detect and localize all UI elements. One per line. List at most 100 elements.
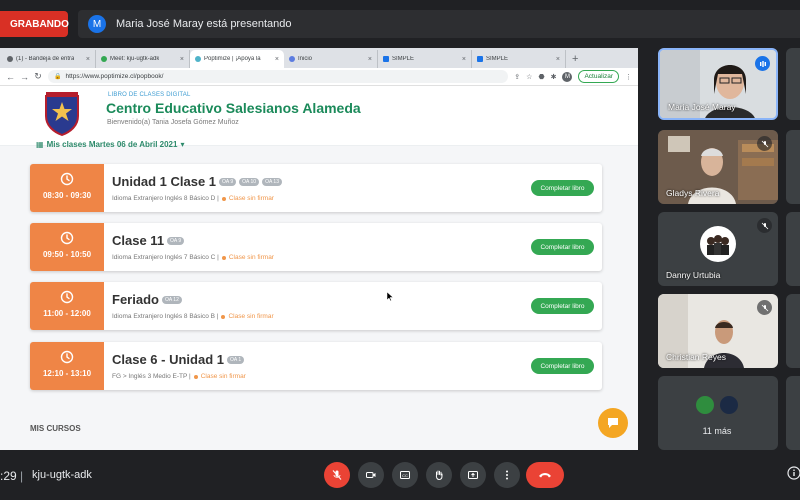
participant-name: Gladys Rivera	[666, 188, 720, 198]
class-status: Clase sin firmar	[228, 313, 274, 320]
browser-menu-icon[interactable]: ⋮	[625, 73, 632, 81]
recording-label: GRABANDO	[10, 18, 69, 30]
bottom-control-bar: :29 | kju-ugtk-adk CC	[0, 452, 800, 500]
close-tab-icon[interactable]: ×	[368, 56, 372, 63]
class-card[interactable]: 11:00 - 12:00 Feriado OA 12 Idioma Extran…	[30, 282, 602, 330]
camera-icon	[366, 472, 376, 478]
hand-icon	[435, 470, 443, 481]
captions-button[interactable]: CC	[392, 462, 418, 488]
complete-book-button[interactable]: Completar libro	[531, 358, 594, 374]
close-tab-icon[interactable]: ×	[462, 56, 466, 63]
class-title-row: Clase 11 OA 9	[112, 233, 185, 248]
muted-indicator	[757, 136, 772, 151]
participant-name: Christian Reyes	[666, 352, 726, 362]
browser-tab[interactable]: SIMPLE ×	[378, 50, 472, 68]
participant-tile[interactable]: Christian Reyes	[658, 294, 778, 368]
muted-indicator	[757, 218, 772, 233]
share-icon[interactable]: ⇪	[514, 73, 520, 81]
puzzle-icon[interactable]: ✱	[551, 73, 557, 81]
calendar-icon: ▦	[36, 140, 44, 149]
reload-icon[interactable]: ↻	[34, 71, 42, 82]
mic-toggle-button[interactable]	[324, 462, 350, 488]
class-subtitle-row: Idioma Extranjero Inglés 7 Básico C | Cl…	[112, 254, 274, 261]
participant-tile-partial[interactable]	[786, 48, 800, 120]
shared-screen: (1) - Bandeja de entra × Meet: kju-ugtk-a…	[0, 48, 638, 450]
class-status: Clase sin firmar	[228, 195, 274, 202]
browser-tab[interactable]: Meet: kju-ugtk-adk ×	[96, 50, 190, 68]
browser-tab[interactable]: SIMPLE ×	[472, 50, 566, 68]
hang-up-icon	[539, 473, 551, 478]
complete-book-button[interactable]: Completar libro	[531, 298, 594, 314]
url-field[interactable]: 🔒 https://www.poptimize.cl/popbook/	[48, 70, 509, 83]
browser-tab-bar: (1) - Bandeja de entra × Meet: kju-ugtk-a…	[0, 48, 638, 68]
browser-tab-active[interactable]: Poptimize | ¡Apoya la ×	[190, 50, 284, 68]
leave-call-button[interactable]	[526, 462, 564, 488]
status-dot-icon	[221, 196, 226, 201]
class-subject: Idioma Extranjero Inglés 8 Básico D |	[112, 195, 219, 202]
objective-tag: OA 9	[167, 236, 185, 245]
chat-button[interactable]	[598, 408, 628, 438]
raise-hand-button[interactable]	[426, 462, 452, 488]
class-status: Clase sin firmar	[200, 373, 246, 380]
browser-tab[interactable]: Inicio ×	[284, 50, 378, 68]
url-text: https://www.poptimize.cl/popbook/	[65, 73, 164, 80]
tab-favicon-icon	[195, 56, 201, 62]
class-time: 11:00 - 12:00	[43, 309, 91, 318]
presenting-banner[interactable]: M Maria José Maray está presentando	[78, 10, 800, 38]
welcome-text: Bienvenido(a) Tania Josefa Gómez Muñoz	[107, 119, 239, 126]
update-button[interactable]: Actualizar	[578, 70, 619, 83]
browser-tab[interactable]: (1) - Bandeja de entra ×	[2, 50, 96, 68]
complete-book-button[interactable]: Completar libro	[531, 180, 594, 196]
extension-icon[interactable]: ⬣	[538, 73, 544, 81]
participant-tile[interactable]: Gladys Rivera	[658, 130, 778, 204]
complete-book-button[interactable]: Completar libro	[531, 239, 594, 255]
muted-indicator	[757, 300, 772, 315]
participant-tile[interactable]: Maria José Maray	[658, 48, 778, 120]
meeting-info-button[interactable]	[786, 466, 800, 482]
class-title: Clase 6 - Unidad 1	[112, 352, 224, 367]
my-courses-heading: MIS CURSOS	[30, 424, 81, 433]
tab-favicon-icon	[101, 56, 107, 62]
class-title: Feriado	[112, 292, 159, 307]
chevron-down-icon: ▾	[180, 140, 185, 149]
bookmark-star-icon[interactable]: ☆	[526, 73, 532, 81]
close-tab-icon[interactable]: ×	[556, 56, 560, 63]
separator: |	[20, 469, 24, 483]
back-arrow-icon[interactable]: ←	[6, 72, 15, 82]
participant-tile-partial[interactable]	[786, 212, 800, 286]
present-screen-button[interactable]	[460, 462, 486, 488]
class-card[interactable]: 12:10 - 13:10 Clase 6 - Unidad 1 OA 1 FG …	[30, 342, 602, 390]
camera-toggle-button[interactable]	[358, 462, 384, 488]
close-tab-icon[interactable]: ×	[275, 56, 279, 63]
class-title: Unidad 1 Clase 1	[112, 174, 217, 189]
my-classes-dropdown[interactable]: ▦ Mis clases Martes 06 de Abril 2021 ▾	[36, 140, 184, 149]
class-card[interactable]: 09:50 - 10:50 Clase 11 OA 9 Idioma Extran…	[30, 223, 602, 271]
more-participants-tile[interactable]: 11 más	[658, 376, 778, 450]
school-name: Centro Educativo Salesianos Alameda	[106, 100, 361, 116]
svg-text:CC: CC	[402, 473, 408, 478]
participant-tile-partial[interactable]	[786, 294, 800, 368]
audio-bars-icon	[759, 60, 766, 67]
presenting-text: Maria José Maray está presentando	[116, 18, 292, 30]
class-title: Clase 11	[112, 233, 165, 248]
lock-icon: 🔒	[54, 74, 62, 80]
info-icon	[787, 466, 800, 480]
more-options-button[interactable]	[494, 462, 520, 488]
site-header: LIBRO DE CLASES DIGITAL Centro Educativo…	[0, 86, 638, 146]
more-vert-icon	[506, 470, 508, 480]
status-dot-icon	[193, 374, 198, 379]
objective-tag: OA 1	[226, 355, 245, 364]
class-subtitle-row: Idioma Extranjero Inglés 8 Básico D | Cl…	[112, 195, 274, 202]
participant-tile[interactable]: Danny Urtubia	[658, 212, 778, 286]
close-tab-icon[interactable]: ×	[86, 56, 90, 63]
profile-avatar[interactable]: M	[562, 71, 573, 82]
participant-tile-partial[interactable]	[786, 130, 800, 204]
participant-tile-partial[interactable]	[786, 376, 800, 450]
avatar	[694, 394, 716, 416]
class-title-row: Feriado OA 12	[112, 292, 182, 307]
close-tab-icon[interactable]: ×	[180, 56, 184, 63]
class-card[interactable]: 08:30 - 09:30 Unidad 1 Clase 1 OA 9 OA 10 O…	[30, 164, 602, 212]
class-time: 12:10 - 13:10	[42, 369, 92, 378]
forward-arrow-icon[interactable]: →	[20, 72, 29, 82]
new-tab-button[interactable]: +	[566, 50, 584, 68]
